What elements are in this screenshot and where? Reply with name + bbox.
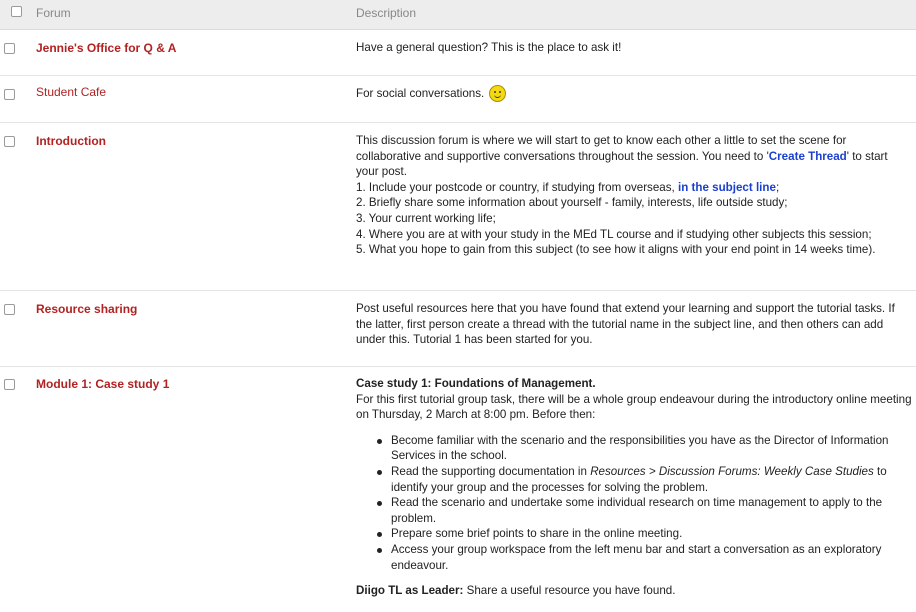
select-all-checkbox[interactable] [11, 6, 22, 17]
intro-item-4: 4. Where you are at with your study in t… [356, 227, 872, 241]
task-item: Access your group workspace from the lef… [374, 542, 912, 573]
intro-paragraph: This discussion forum is where we will s… [356, 133, 912, 180]
forum-description: Post useful resources here that you have… [356, 301, 912, 348]
task-text: Read the supporting documentation in [391, 464, 587, 478]
row-checkbox[interactable] [4, 136, 15, 147]
intro-item-2: 2. Briefly share some information about … [356, 196, 788, 210]
row-checkbox[interactable] [4, 43, 15, 54]
intro-item-3: 3. Your current working life; [356, 211, 496, 225]
forum-row-student-cafe: Student Cafe For social conversations. [0, 76, 916, 123]
forum-description: Case study 1: Foundations of Management.… [356, 376, 912, 599]
task-list: Become familiar with the scenario and th… [374, 433, 912, 573]
forum-description: Have a general question? This is the pla… [356, 40, 912, 56]
forum-description: This discussion forum is where we will s… [356, 133, 912, 258]
forum-row-introduction: Introduction This discussion forum is wh… [0, 123, 916, 291]
case-study-heading: Case study 1: Foundations of Management. [356, 377, 596, 390]
row-checkbox[interactable] [4, 304, 15, 315]
item1-text: 1. Include your postcode or country, if … [356, 180, 675, 194]
forum-link-student-cafe[interactable]: Student Cafe [36, 85, 106, 99]
intro-item-5: 5. What you hope to gain from this subje… [356, 243, 876, 257]
item1-tail: ; [775, 180, 780, 194]
forum-link-case-study-1[interactable]: Module 1: Case study 1 [36, 377, 169, 391]
row-checkbox[interactable] [4, 379, 15, 390]
resources-path: Resources > Discussion Forums: Weekly Ca… [590, 464, 874, 478]
description-column-header: Description [356, 6, 417, 20]
intro-item-1: 1. Include your postcode or country, if … [356, 180, 912, 196]
forum-row-case-study-1: Module 1: Case study 1 Case study 1: Fou… [0, 367, 916, 612]
smiley-icon [489, 85, 507, 102]
table-header: Forum Description [0, 0, 916, 30]
create-thread-emphasis: Create Thread [768, 149, 847, 163]
task-item: Prepare some brief points to share in th… [374, 526, 912, 542]
case-study-intro: For this first tutorial group task, ther… [356, 392, 912, 422]
task-item: Read the scenario and undertake some ind… [374, 495, 912, 526]
row-checkbox[interactable] [4, 89, 15, 100]
forum-description: For social conversations. [356, 85, 912, 102]
forum-link-introduction[interactable]: Introduction [36, 134, 106, 148]
forum-column-header[interactable]: Forum [36, 6, 71, 20]
subject-line-emphasis: in the subject line [678, 180, 776, 194]
diigo-text: Share a useful resource you have found. [466, 584, 676, 598]
diigo-label: Diigo TL as Leader: [356, 584, 464, 598]
task-item: Read the supporting documentation in Res… [374, 464, 912, 495]
task-item: Become familiar with the scenario and th… [374, 433, 912, 464]
description-text: Post useful resources here that you have… [356, 302, 895, 347]
forum-link-jennies-office[interactable]: Jennie's Office for Q & A [36, 41, 176, 55]
diigo-line: Diigo TL as Leader: Share a useful resou… [356, 583, 912, 599]
forum-row-resource-sharing: Resource sharing Post useful resources h… [0, 291, 916, 367]
description-text: For social conversations. [356, 87, 485, 100]
forum-link-resource-sharing[interactable]: Resource sharing [36, 302, 137, 316]
description-text: Have a general question? This is the pla… [356, 41, 622, 54]
forum-row-qa: Jennie's Office for Q & A Have a general… [0, 30, 916, 76]
